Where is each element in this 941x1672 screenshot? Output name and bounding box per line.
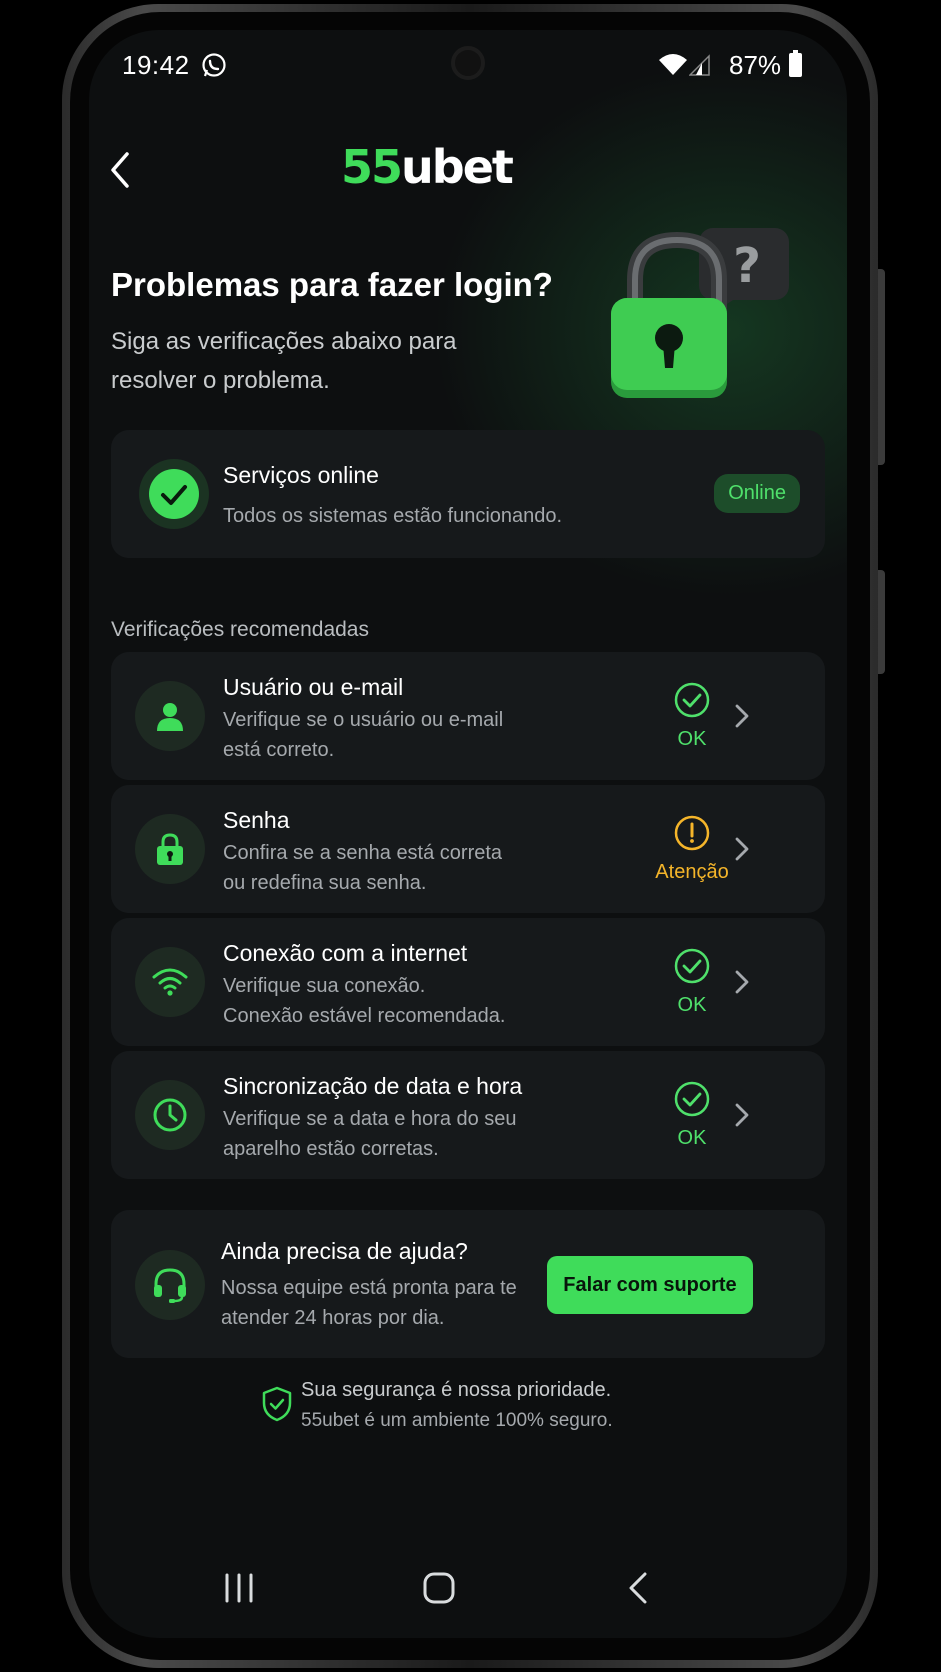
back-arrow-icon[interactable] xyxy=(99,140,139,200)
ok-check-icon xyxy=(674,682,710,718)
check-item-password[interactable]: Senha Confira se a senha está correta ou… xyxy=(111,785,825,913)
nav-back-icon[interactable] xyxy=(619,1568,659,1608)
headset-icon xyxy=(154,1268,186,1303)
check-desc-line1: Verifique se o usuário ou e-mail xyxy=(223,709,504,731)
support-desc-line2: atender 24 horas por dia. xyxy=(221,1307,445,1329)
wifi-icon-wrap xyxy=(135,947,205,1017)
support-card: Ainda precisa de ajuda? Nossa equipe est… xyxy=(111,1210,825,1358)
check-desc-line2: está correto. xyxy=(223,739,335,761)
power-button xyxy=(878,570,885,674)
check-item-user[interactable]: Usuário ou e-mail Verifique se o usuário… xyxy=(111,652,825,780)
check-status: OK xyxy=(677,1127,707,1149)
signal-icon xyxy=(689,54,710,76)
lock-icon xyxy=(157,833,183,865)
check-circle-icon xyxy=(149,469,199,519)
check-status: Atenção xyxy=(655,861,729,883)
support-desc-line1: Nossa equipe está pronta para te xyxy=(221,1277,517,1299)
user-icon xyxy=(157,703,183,731)
support-title: Ainda precisa de ajuda? xyxy=(221,1238,468,1264)
check-title: Sincronização de data e hora xyxy=(223,1073,523,1099)
security-subtitle: 55ubet é um ambiente 100% seguro. xyxy=(301,1410,613,1431)
home-icon[interactable] xyxy=(419,1568,459,1608)
status-bar: 19:42 87% xyxy=(89,30,847,100)
brand-logo: 55ubet xyxy=(341,140,514,194)
section-label: Verificações recomendadas xyxy=(111,618,369,641)
app-screen: 19:42 87% 55ubet Problemas para fazer lo… xyxy=(89,30,847,1638)
check-status: OK xyxy=(677,728,707,750)
check-item-datetime[interactable]: Sincronização de data e hora Verifique s… xyxy=(111,1051,825,1179)
page-title: Problemas para fazer login? xyxy=(111,266,553,303)
battery-icon xyxy=(789,50,802,77)
check-desc-line1: Confira se a senha está correta xyxy=(223,842,503,864)
status-time: 19:42 xyxy=(122,50,190,80)
page-subtitle: Siga as verificações abaixo para resolve… xyxy=(111,328,457,394)
contact-support-button[interactable]: Falar com suporte xyxy=(547,1256,753,1314)
check-item-internet[interactable]: Conexão com a internet Verifique sua con… xyxy=(111,918,825,1046)
chevron-right-icon xyxy=(735,704,749,728)
check-status: OK xyxy=(677,994,707,1016)
services-status-card: Serviços online Todos os sistemas estão … xyxy=(111,430,825,558)
whatsapp-icon xyxy=(202,53,226,77)
padlock-question-illustration: ? xyxy=(611,228,789,398)
chevron-right-icon xyxy=(735,837,749,861)
lock-icon-wrap xyxy=(135,814,205,884)
services-title: Serviços online xyxy=(223,462,379,488)
check-title: Usuário ou e-mail xyxy=(223,674,404,700)
chevron-right-icon xyxy=(735,970,749,994)
svg-text:?: ? xyxy=(733,238,761,294)
volume-button xyxy=(878,269,885,465)
check-title: Conexão com a internet xyxy=(223,940,468,966)
headset-icon-wrap xyxy=(135,1250,205,1320)
battery-percent: 87% xyxy=(729,50,782,80)
chevron-right-icon xyxy=(735,1103,749,1127)
clock-icon xyxy=(153,1098,187,1132)
check-desc-line1: Verifique se a data e hora do seu xyxy=(223,1108,517,1130)
services-check-badge xyxy=(139,459,209,529)
wifi-icon xyxy=(152,968,188,996)
check-desc-line1: Verifique sua conexão. xyxy=(223,975,426,997)
shield-check-icon xyxy=(262,1386,292,1422)
check-desc-line2: Conexão estável recomendada. xyxy=(223,1005,506,1027)
check-desc-line2: ou redefina sua senha. xyxy=(223,872,427,894)
services-description: Todos os sistemas estão funcionando. xyxy=(223,505,563,527)
wifi-status-icon xyxy=(659,54,687,75)
online-status-badge: Online xyxy=(714,474,800,513)
ok-check-icon xyxy=(674,1081,710,1117)
system-nav-bar xyxy=(89,1518,847,1638)
clock-icon-wrap xyxy=(135,1080,205,1150)
check-desc-line2: aparelho estão corretas. xyxy=(223,1138,439,1160)
user-icon-wrap xyxy=(135,681,205,751)
ok-check-icon xyxy=(674,948,710,984)
recent-apps-icon[interactable] xyxy=(219,1568,259,1608)
front-camera xyxy=(451,46,485,80)
warning-icon xyxy=(674,815,710,851)
security-title: Sua segurança é nossa prioridade. xyxy=(301,1379,612,1401)
check-title: Senha xyxy=(223,807,290,833)
